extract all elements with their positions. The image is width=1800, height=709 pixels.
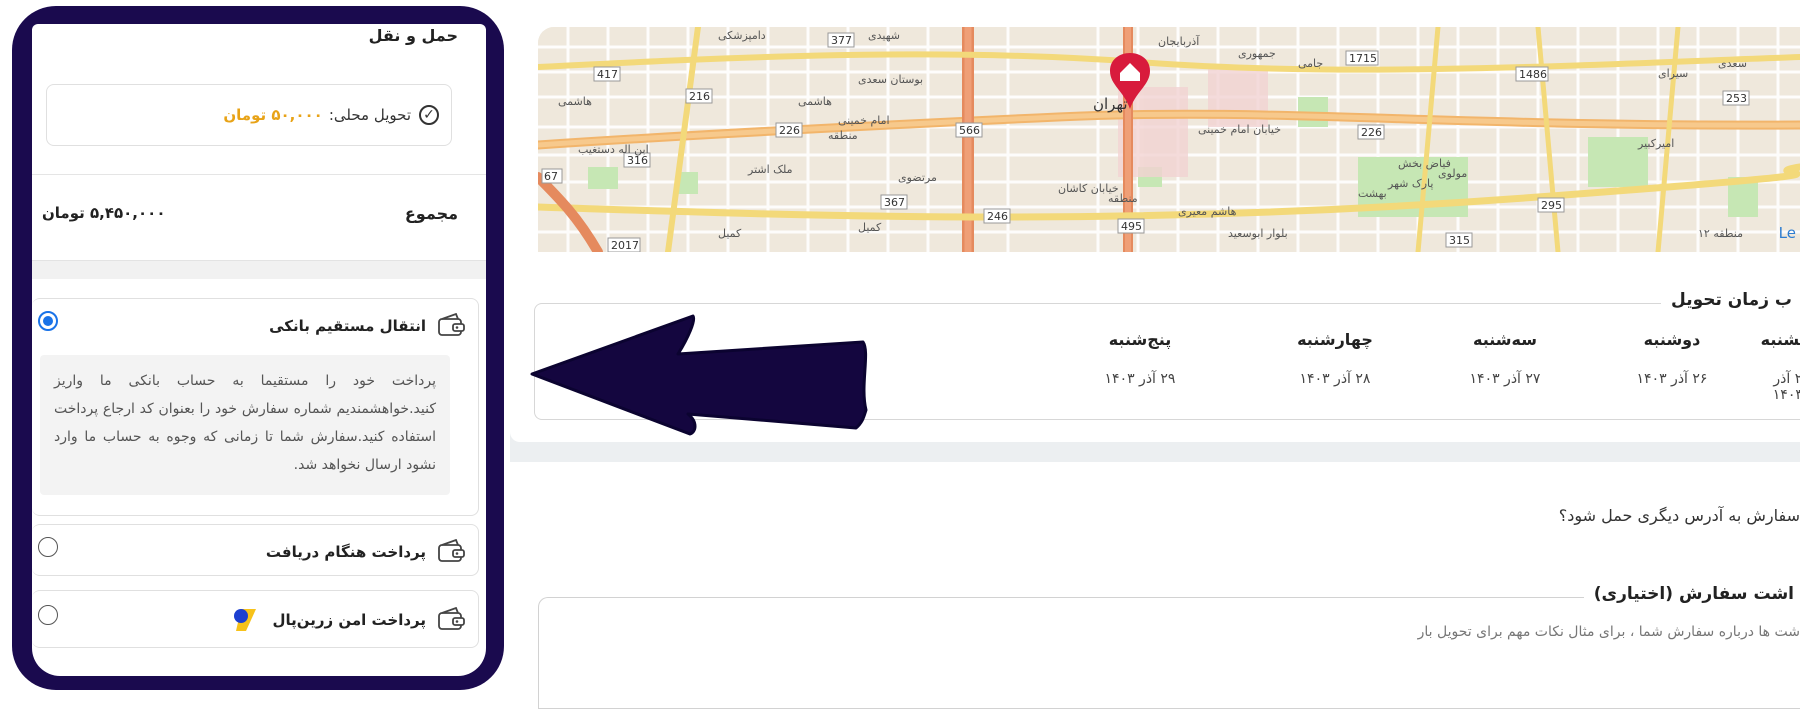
map-city-label: تهران bbox=[1093, 95, 1128, 113]
day-name: دوشنبه bbox=[1643, 330, 1701, 349]
wallet-icon bbox=[438, 607, 465, 630]
day-name: یکشنبه bbox=[1760, 330, 1800, 349]
svg-text:کمیل: کمیل bbox=[858, 221, 882, 234]
payment-option-label: پرداخت امن زرین‌پال bbox=[272, 611, 426, 629]
svg-text:566: 566 bbox=[959, 124, 980, 137]
wallet-icon bbox=[438, 313, 465, 336]
svg-text:495: 495 bbox=[1121, 220, 1142, 233]
svg-text:417: 417 bbox=[597, 68, 618, 81]
payment-option-bank-transfer[interactable]: انتقال مستقیم بانکی پرداخت خود را مستقیم… bbox=[32, 298, 479, 516]
shipping-option[interactable]: ✓ تحویل محلی: ۵۰,۰۰۰ تومان bbox=[223, 105, 439, 125]
svg-text:ابن اله دستغیب: ابن اله دستغیب bbox=[578, 143, 649, 156]
order-notes-textarea[interactable] bbox=[538, 597, 1800, 709]
svg-text:ملک اشتر: ملک اشتر bbox=[747, 163, 793, 176]
svg-text:بلوار ابوسعید: بلوار ابوسعید bbox=[1228, 227, 1288, 240]
payment-option-cod[interactable]: پرداخت هنگام دریافت bbox=[32, 524, 479, 576]
ship-to-different-address-toggle[interactable]: سفارش به آدرس دیگری حمل شود؟ bbox=[1559, 506, 1800, 525]
day-option-sunday[interactable]: یکشنبه ۲ آذر ۱۴۰۳ bbox=[1761, 330, 1800, 403]
svg-text:منطقه ۱۲: منطقه ۱۲ bbox=[1698, 227, 1743, 240]
svg-text:آذربایجان: آذربایجان bbox=[1158, 34, 1200, 48]
shipping-option-price: ۵۰,۰۰۰ تومان bbox=[223, 106, 323, 124]
svg-text:امام خمینی: امام خمینی bbox=[838, 114, 890, 127]
day-date: ۲۷ آذر ۱۴۰۳ bbox=[1469, 371, 1541, 387]
svg-text:253: 253 bbox=[1726, 92, 1747, 105]
day-name: سه‌شنبه bbox=[1473, 330, 1537, 349]
svg-text:226: 226 bbox=[779, 124, 800, 137]
payment-option-label: پرداخت هنگام دریافت bbox=[265, 543, 426, 561]
payment-radio-selected[interactable] bbox=[38, 311, 58, 331]
day-date: ۲ آذر ۱۴۰۳ bbox=[1772, 371, 1800, 403]
svg-text:منطقه: منطقه bbox=[1108, 192, 1138, 205]
payment-option-label: انتقال مستقیم بانکی bbox=[269, 317, 426, 335]
payment-radio[interactable] bbox=[38, 537, 58, 557]
svg-text:367: 367 bbox=[884, 196, 905, 209]
svg-text:246: 246 bbox=[987, 210, 1008, 223]
delivery-map[interactable]: 377 417 216 226 566 367 246 495 315 295 … bbox=[538, 27, 1800, 252]
svg-text:کمیل: کمیل bbox=[718, 227, 742, 240]
payment-option-header: انتقال مستقیم بانکی bbox=[269, 313, 466, 339]
checkout-summary-panel: حمل و نقل ✓ تحویل محلی: ۵۰,۰۰۰ تومان مجم… bbox=[32, 24, 486, 676]
svg-text:226: 226 bbox=[1361, 126, 1382, 139]
day-date: ۲۶ آذر ۱۴۰۳ bbox=[1636, 371, 1708, 387]
map-attribution[interactable]: Le bbox=[1779, 224, 1796, 242]
svg-text:دامپزشکی: دامپزشکی bbox=[718, 29, 766, 42]
shipping-section-title: حمل و نقل bbox=[368, 26, 458, 45]
shipping-option-label: تحویل محلی: bbox=[328, 106, 411, 124]
payment-radio[interactable] bbox=[38, 605, 58, 625]
svg-text:مرتضوی: مرتضوی bbox=[898, 171, 937, 184]
payment-option-header: پرداخت هنگام دریافت bbox=[266, 539, 466, 565]
svg-text:1715: 1715 bbox=[1349, 52, 1377, 65]
svg-text:هاشمی: هاشمی bbox=[558, 95, 592, 108]
svg-text:2017: 2017 bbox=[611, 239, 639, 252]
svg-text:پارک شهر: پارک شهر bbox=[1387, 177, 1433, 190]
pointer-arrow-icon bbox=[530, 314, 868, 436]
svg-text:منطقه: منطقه bbox=[828, 129, 858, 142]
svg-text:315: 315 bbox=[1449, 234, 1470, 247]
svg-text:سعدی: سعدی bbox=[1718, 57, 1747, 70]
payment-description: پرداخت خود را مستقیما به حساب بانکی ما و… bbox=[40, 355, 450, 495]
payment-option-zarinpal[interactable]: پرداخت امن زرین‌پال bbox=[32, 590, 479, 648]
svg-text:سیرای: سیرای bbox=[1658, 67, 1688, 80]
delivery-time-title: ب زمان تحویل bbox=[1661, 290, 1800, 310]
day-name: چهارشنبه bbox=[1297, 330, 1373, 349]
svg-text:377: 377 bbox=[831, 34, 852, 47]
day-name: پنج‌شنبه bbox=[1108, 330, 1172, 349]
svg-text:هاشم معیری: هاشم معیری bbox=[1178, 205, 1237, 218]
svg-text:بوستان سعدی: بوستان سعدی bbox=[858, 73, 923, 86]
svg-text:بهشت: بهشت bbox=[1358, 187, 1387, 200]
svg-text:جامی: جامی bbox=[1298, 57, 1323, 70]
day-option-monday[interactable]: دوشنبه ۲۶ آذر ۱۴۰۳ bbox=[1627, 330, 1717, 387]
svg-text:مولوی: مولوی bbox=[1438, 167, 1467, 180]
total-label: مجموع bbox=[404, 204, 458, 223]
svg-text:295: 295 bbox=[1541, 199, 1562, 212]
check-icon: ✓ bbox=[419, 105, 439, 125]
svg-text:امیرکبیر: امیرکبیر bbox=[1637, 137, 1674, 150]
payment-option-header: پرداخت امن زرین‌پال bbox=[232, 607, 466, 633]
divider bbox=[32, 174, 486, 175]
svg-text:1486: 1486 bbox=[1519, 68, 1547, 81]
section-separator bbox=[32, 260, 486, 279]
day-option-wednesday[interactable]: چهارشنبه ۲۸ آذر ۱۴۰۳ bbox=[1285, 330, 1385, 387]
order-notes-title: اشت سفارش (اختیاری) bbox=[1583, 584, 1800, 604]
day-date: ۲۸ آذر ۱۴۰۳ bbox=[1299, 371, 1371, 387]
shipping-option-box[interactable]: ✓ تحویل محلی: ۵۰,۰۰۰ تومان bbox=[46, 84, 452, 146]
svg-text:هاشمی: هاشمی bbox=[798, 95, 832, 108]
wallet-icon bbox=[438, 539, 465, 562]
svg-text:216: 216 bbox=[689, 90, 710, 103]
order-notes-placeholder: شت ها درباره سفارش شما ، برای مثال نکات … bbox=[1417, 624, 1800, 640]
svg-text:خیابان امام خمینی: خیابان امام خمینی bbox=[1198, 123, 1281, 136]
svg-text:شهیدی: شهیدی bbox=[868, 29, 900, 42]
svg-text:67: 67 bbox=[544, 170, 558, 183]
total-value: ۵,۴۵۰,۰۰۰ تومان bbox=[42, 204, 166, 222]
zarinpal-logo-icon bbox=[234, 609, 257, 631]
svg-text:جمهوری: جمهوری bbox=[1238, 47, 1276, 60]
phone-frame: حمل و نقل ✓ تحویل محلی: ۵۰,۰۰۰ تومان مجم… bbox=[12, 6, 504, 690]
day-date: ۲۹ آذر ۱۴۰۳ bbox=[1104, 371, 1176, 387]
day-option-tuesday[interactable]: سه‌شنبه ۲۷ آذر ۱۴۰۳ bbox=[1460, 330, 1550, 387]
day-option-thursday[interactable]: پنج‌شنبه ۲۹ آذر ۱۴۰۳ bbox=[1090, 330, 1190, 387]
